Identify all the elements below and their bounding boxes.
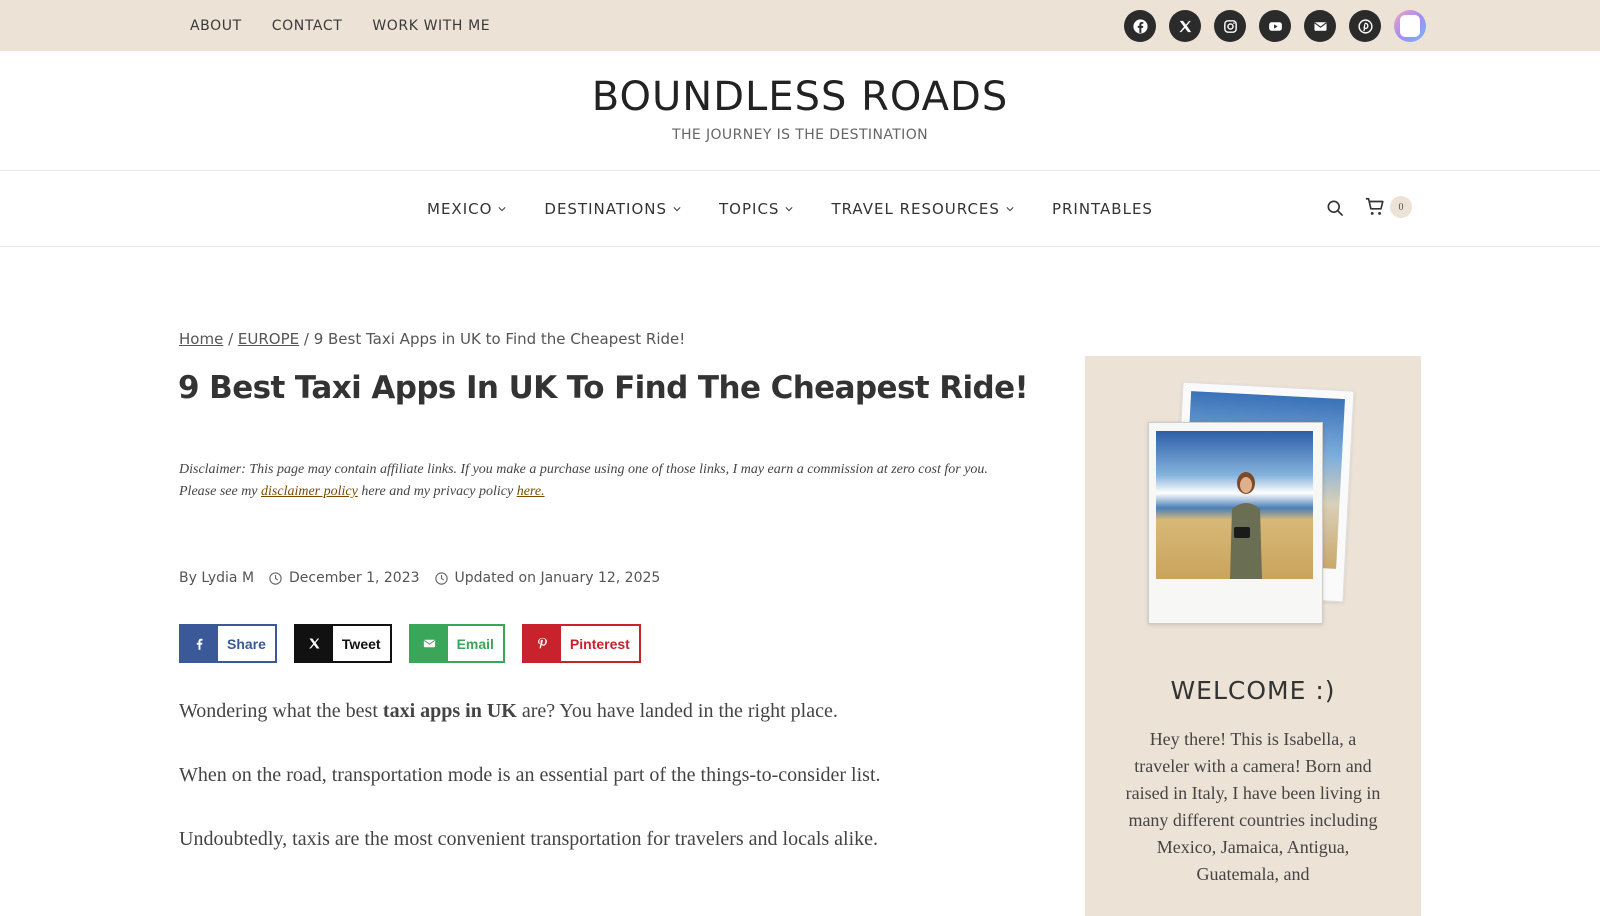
top-nav-contact[interactable]: CONTACT xyxy=(272,18,343,34)
clock-icon xyxy=(434,571,448,585)
article-paragraph: When on the road, transportation mode is… xyxy=(179,764,881,786)
site-header: BOUNDLESS ROADS THE JOURNEY IS THE DESTI… xyxy=(0,51,1600,171)
author-photo xyxy=(1148,422,1323,624)
main-menu: MEXICO DESTINATIONS TOPICS TRAVEL RESOUR… xyxy=(427,171,1153,246)
keyword-bold: taxi apps in UK xyxy=(382,700,517,722)
chevron-down-icon xyxy=(785,206,794,211)
pinterest-icon xyxy=(538,637,547,649)
nav-item-travel-resources[interactable]: TRAVEL RESOURCES xyxy=(831,200,1014,218)
nav-item-printables[interactable]: PRINTABLES xyxy=(1052,200,1153,218)
main-nav: MEXICO DESTINATIONS TOPICS TRAVEL RESOUR… xyxy=(0,171,1600,247)
search-icon[interactable] xyxy=(1325,198,1345,218)
tweet-button[interactable]: Tweet xyxy=(293,624,392,663)
share-label: Email xyxy=(447,626,503,661)
breadcrumb-current: 9 Best Taxi Apps in UK to Find the Cheap… xyxy=(313,330,686,348)
breadcrumb-europe[interactable]: EUROPE xyxy=(238,330,299,348)
person-figure xyxy=(1230,472,1262,579)
substack-icon[interactable] xyxy=(1394,10,1426,42)
cart-button[interactable]: 0 xyxy=(1364,196,1412,218)
share-buttons: Share Tweet Email Pinterest xyxy=(179,624,641,663)
page-title: 9 Best Taxi Apps In UK To Find The Cheap… xyxy=(178,370,1029,406)
nav-item-label: TRAVEL RESOURCES xyxy=(831,199,1000,218)
email-share-button[interactable]: Email xyxy=(408,624,505,663)
share-label: Pinterest xyxy=(560,626,639,661)
article-paragraph: Undoubtedly, taxis are the most convenie… xyxy=(179,828,879,850)
disclaimer-text: here and my privacy policy xyxy=(357,484,517,499)
chevron-down-icon xyxy=(1006,206,1014,211)
nav-item-mexico[interactable]: MEXICO xyxy=(427,199,507,218)
disclaimer-policy-link[interactable]: disclaimer policy xyxy=(261,484,358,499)
nav-item-label: PRINTABLES xyxy=(1051,199,1153,218)
cart-icon xyxy=(1365,197,1384,215)
article-paragraph: Wondering what the best taxi apps in UK … xyxy=(179,700,838,723)
facebook-icon xyxy=(196,638,203,650)
chevron-down-icon xyxy=(673,206,681,211)
site-logo[interactable]: BOUNDLESS ROADS xyxy=(0,74,1600,120)
chevron-down-icon xyxy=(498,206,507,211)
post-updated-date: Updated on January 12, 2025 xyxy=(454,570,661,586)
top-nav-about[interactable]: ABOUT xyxy=(190,18,242,34)
facebook-share-button[interactable]: Share xyxy=(179,624,277,663)
breadcrumb-home[interactable]: Home xyxy=(179,330,223,348)
pinterest-icon[interactable] xyxy=(1349,10,1381,42)
clock-icon xyxy=(269,571,282,585)
nav-item-label: TOPICS xyxy=(719,199,780,218)
pinterest-share-button[interactable]: Pinterest xyxy=(521,624,641,663)
share-label: Share xyxy=(218,626,275,661)
instagram-icon[interactable] xyxy=(1214,10,1246,42)
top-bar: ABOUT CONTACT WORK WITH ME xyxy=(0,0,1600,51)
nav-item-topics[interactable]: TOPICS xyxy=(719,199,794,218)
breadcrumb: Home / EUROPE / 9 Best Taxi Apps in UK t… xyxy=(179,330,685,348)
breadcrumb-separator: / xyxy=(223,330,238,348)
share-label: Tweet xyxy=(332,626,390,661)
paragraph-text: Wondering what the best xyxy=(179,700,383,722)
affiliate-disclaimer: Disclaimer: This page may contain affili… xyxy=(179,459,1019,503)
paragraph-text: are? You have landed in the right place. xyxy=(516,700,838,722)
post-meta: By Lydia M December 1, 2023 Updated on J… xyxy=(179,570,660,586)
top-nav-work-with-me[interactable]: WORK WITH ME xyxy=(372,18,490,34)
email-icon[interactable] xyxy=(1304,10,1336,42)
facebook-icon[interactable] xyxy=(1124,10,1156,42)
youtube-icon[interactable] xyxy=(1259,10,1291,42)
cart-count-badge: 0 xyxy=(1390,196,1412,218)
post-date: December 1, 2023 xyxy=(289,570,420,586)
nav-item-label: MEXICO xyxy=(427,199,493,218)
nav-item-destinations[interactable]: DESTINATIONS xyxy=(544,200,681,218)
welcome-heading: WELCOME :) xyxy=(1170,676,1336,705)
social-links xyxy=(1124,10,1426,42)
x-icon xyxy=(309,638,320,649)
breadcrumb-separator: / xyxy=(299,330,314,348)
top-nav: ABOUT CONTACT WORK WITH ME xyxy=(190,0,490,51)
author-bio: Hey there! This is Isabella, a traveler … xyxy=(1125,729,1381,884)
x-icon[interactable] xyxy=(1169,10,1201,42)
privacy-policy-link[interactable]: here. xyxy=(517,484,545,499)
post-author[interactable]: By Lydia M xyxy=(179,570,254,586)
sidebar-widget: WELCOME :) Hey there! This is Isabella, … xyxy=(1085,356,1421,916)
email-icon xyxy=(423,639,435,648)
site-tagline: THE JOURNEY IS THE DESTINATION xyxy=(672,127,928,143)
nav-item-label: DESTINATIONS xyxy=(544,199,667,218)
